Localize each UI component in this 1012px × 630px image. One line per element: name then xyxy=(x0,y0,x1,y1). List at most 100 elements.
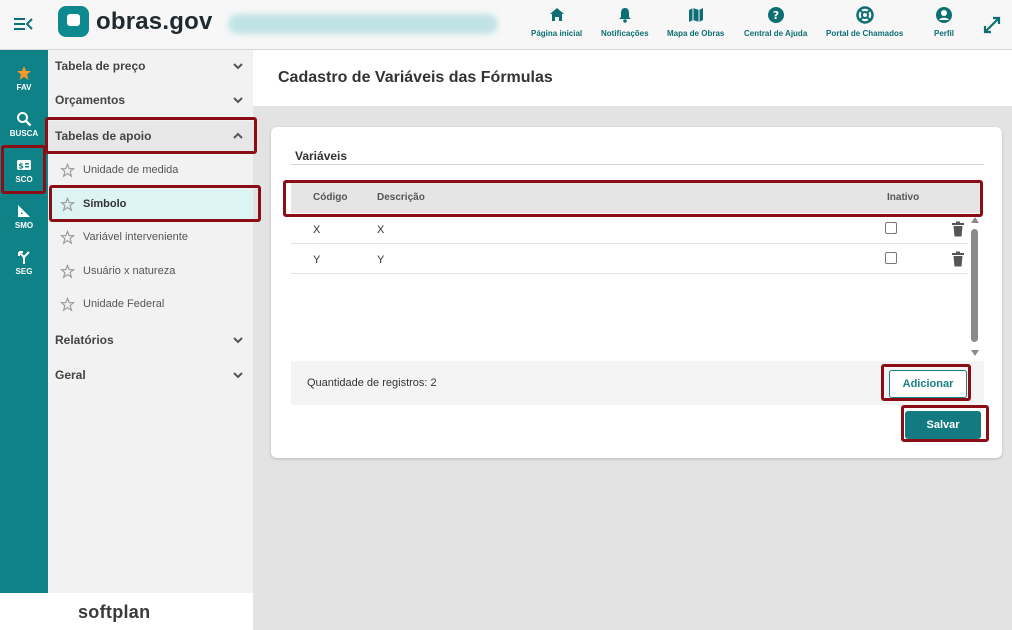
chevron-up-icon xyxy=(233,132,243,139)
dollar-card-icon: $ xyxy=(17,159,31,170)
svg-text:$: $ xyxy=(18,161,24,170)
nav-tickets-label: Portal de Chamados xyxy=(826,29,904,38)
table-row[interactable]: X X xyxy=(291,214,968,244)
sidebar-category-label: Orçamentos xyxy=(55,93,126,107)
rail-label-fav: FAV xyxy=(16,82,32,92)
sidebar-item-unidade-federal[interactable]: Unidade Federal xyxy=(48,289,253,319)
scroll-thumb[interactable] xyxy=(971,229,978,342)
sidebar-category-orcamentos[interactable]: Orçamentos xyxy=(48,85,253,115)
map-icon xyxy=(688,8,703,22)
sidebar-item-label: Símbolo xyxy=(83,198,127,210)
sidebar-item-variavel-interveniente[interactable]: Variável interveniente xyxy=(48,222,253,252)
sidebar-item-usuario-natureza[interactable]: Usuário x natureza xyxy=(48,256,253,286)
rail-item-smo[interactable]: SMO xyxy=(0,194,48,238)
nav-home[interactable]: Página inicial xyxy=(531,6,582,38)
sidebar: Tabela de preço Orçamentos Tabelas de ap… xyxy=(48,50,253,593)
variables-card: Variáveis Código Descrição Inativo X X Y… xyxy=(271,127,1002,458)
nav-tickets[interactable]: Portal de Chamados xyxy=(826,6,903,38)
rail-item-fav[interactable]: FAV xyxy=(0,56,48,100)
sidebar-category-label: Geral xyxy=(55,368,86,382)
nav-profile[interactable]: Perfil xyxy=(934,6,954,38)
table-footer: Quantidade de registros: 2 Adicionar xyxy=(291,361,984,405)
table-scrollbar[interactable] xyxy=(969,217,981,360)
star-icon xyxy=(17,65,31,80)
sidebar-item-label: Unidade de medida xyxy=(83,164,179,176)
sidebar-item-label: Variável interveniente xyxy=(83,231,188,243)
sidebar-category-relatorios[interactable]: Relatórios xyxy=(48,325,253,355)
sidebar-category-tabela-preco[interactable]: Tabela de preço xyxy=(48,51,253,81)
chevron-down-icon xyxy=(233,97,243,104)
favorite-star-icon[interactable] xyxy=(60,229,75,245)
help-icon: ? xyxy=(767,7,784,23)
nav-help-label: Central de Ajuda xyxy=(744,29,808,38)
expand-icon[interactable] xyxy=(982,15,1002,35)
sidebar-category-geral[interactable]: Geral xyxy=(48,360,253,390)
column-header-descricao: Descrição xyxy=(377,192,425,203)
rail-item-seg[interactable]: SEG xyxy=(0,240,48,284)
favorite-star-icon[interactable] xyxy=(60,162,75,178)
sidebar-item-unidade-medida[interactable]: Unidade de medida xyxy=(48,155,253,185)
section-divider xyxy=(291,164,984,165)
table-row[interactable]: Y Y xyxy=(291,244,968,274)
scroll-up-arrow[interactable] xyxy=(971,217,979,223)
cell-descricao: X xyxy=(377,224,385,236)
logo-text: obras.gov xyxy=(96,7,213,35)
record-count: Quantidade de registros: 2 xyxy=(307,377,437,389)
rail-label-seg: SEG xyxy=(15,266,33,276)
favorite-star-icon[interactable] xyxy=(60,296,75,312)
page-title: Cadastro de Variáveis das Fórmulas xyxy=(278,69,553,86)
rail-label-busca: BUSCA xyxy=(9,128,39,138)
inativo-checkbox[interactable] xyxy=(885,252,897,264)
sidebar-item-simbolo[interactable]: Símbolo xyxy=(48,189,253,219)
chevron-down-icon xyxy=(233,337,243,344)
chevron-down-icon xyxy=(233,372,243,379)
nav-map[interactable]: Mapa de Obras xyxy=(667,6,724,38)
sidebar-item-label: Unidade Federal xyxy=(83,298,165,310)
rail-label-smo: SMO xyxy=(14,220,34,230)
cell-descricao: Y xyxy=(377,254,385,266)
logo[interactable]: obras.gov xyxy=(58,6,213,37)
nav-map-label: Mapa de Obras xyxy=(667,29,725,38)
inativo-checkbox[interactable] xyxy=(885,222,897,234)
table-header: Código Descrição Inativo xyxy=(291,183,981,213)
column-header-inativo: Inativo xyxy=(887,192,920,203)
logo-mark-icon xyxy=(58,6,89,37)
sidebar-category-label: Tabelas de apoio xyxy=(55,129,152,143)
user-icon xyxy=(936,7,952,23)
softplan-logo: softplan xyxy=(78,602,151,622)
collapse-menu-icon[interactable] xyxy=(12,14,34,34)
column-header-codigo: Código xyxy=(313,192,348,203)
favorite-star-icon[interactable] xyxy=(60,263,75,279)
page-title-bar: Cadastro de Variáveis das Fórmulas xyxy=(253,50,1012,106)
nav-help[interactable]: ? Central de Ajuda xyxy=(744,6,807,38)
chevron-down-icon xyxy=(233,63,243,70)
rail-item-sco[interactable]: $ SCO xyxy=(0,148,48,192)
nav-home-label: Página inicial xyxy=(531,29,583,38)
sidebar-category-label: Relatórios xyxy=(55,333,114,347)
nav-notifications-label: Notificações xyxy=(601,29,649,38)
trash-icon[interactable] xyxy=(951,251,965,267)
ruler-icon xyxy=(18,204,30,217)
module-rail: FAV BUSCA $ SCO SMO SEG xyxy=(0,50,48,630)
add-button[interactable]: Adicionar xyxy=(889,370,967,398)
sidebar-footer: softplan xyxy=(0,593,253,630)
save-button[interactable]: Salvar xyxy=(905,411,981,439)
home-icon xyxy=(549,8,564,21)
bell-icon xyxy=(618,8,631,23)
lifebuoy-icon xyxy=(855,6,874,24)
nav-notifications[interactable]: Notificações xyxy=(601,6,649,38)
trash-icon[interactable] xyxy=(951,221,965,237)
section-title: Variáveis xyxy=(295,149,348,163)
top-header: obras.gov Página inicial Notificações Ma… xyxy=(0,0,1012,50)
merge-icon xyxy=(18,250,30,264)
svg-text:?: ? xyxy=(772,9,778,22)
search-icon xyxy=(17,111,32,126)
sidebar-category-label: Tabela de preço xyxy=(55,59,146,73)
sidebar-item-label: Usuário x natureza xyxy=(83,265,176,277)
favorite-star-icon[interactable] xyxy=(60,196,75,212)
sidebar-category-tabelas-apoio[interactable]: Tabelas de apoio xyxy=(48,121,253,151)
environment-label xyxy=(228,14,498,34)
scroll-down-arrow[interactable] xyxy=(971,350,979,356)
cell-codigo: X xyxy=(313,224,321,236)
rail-item-busca[interactable]: BUSCA xyxy=(0,102,48,146)
